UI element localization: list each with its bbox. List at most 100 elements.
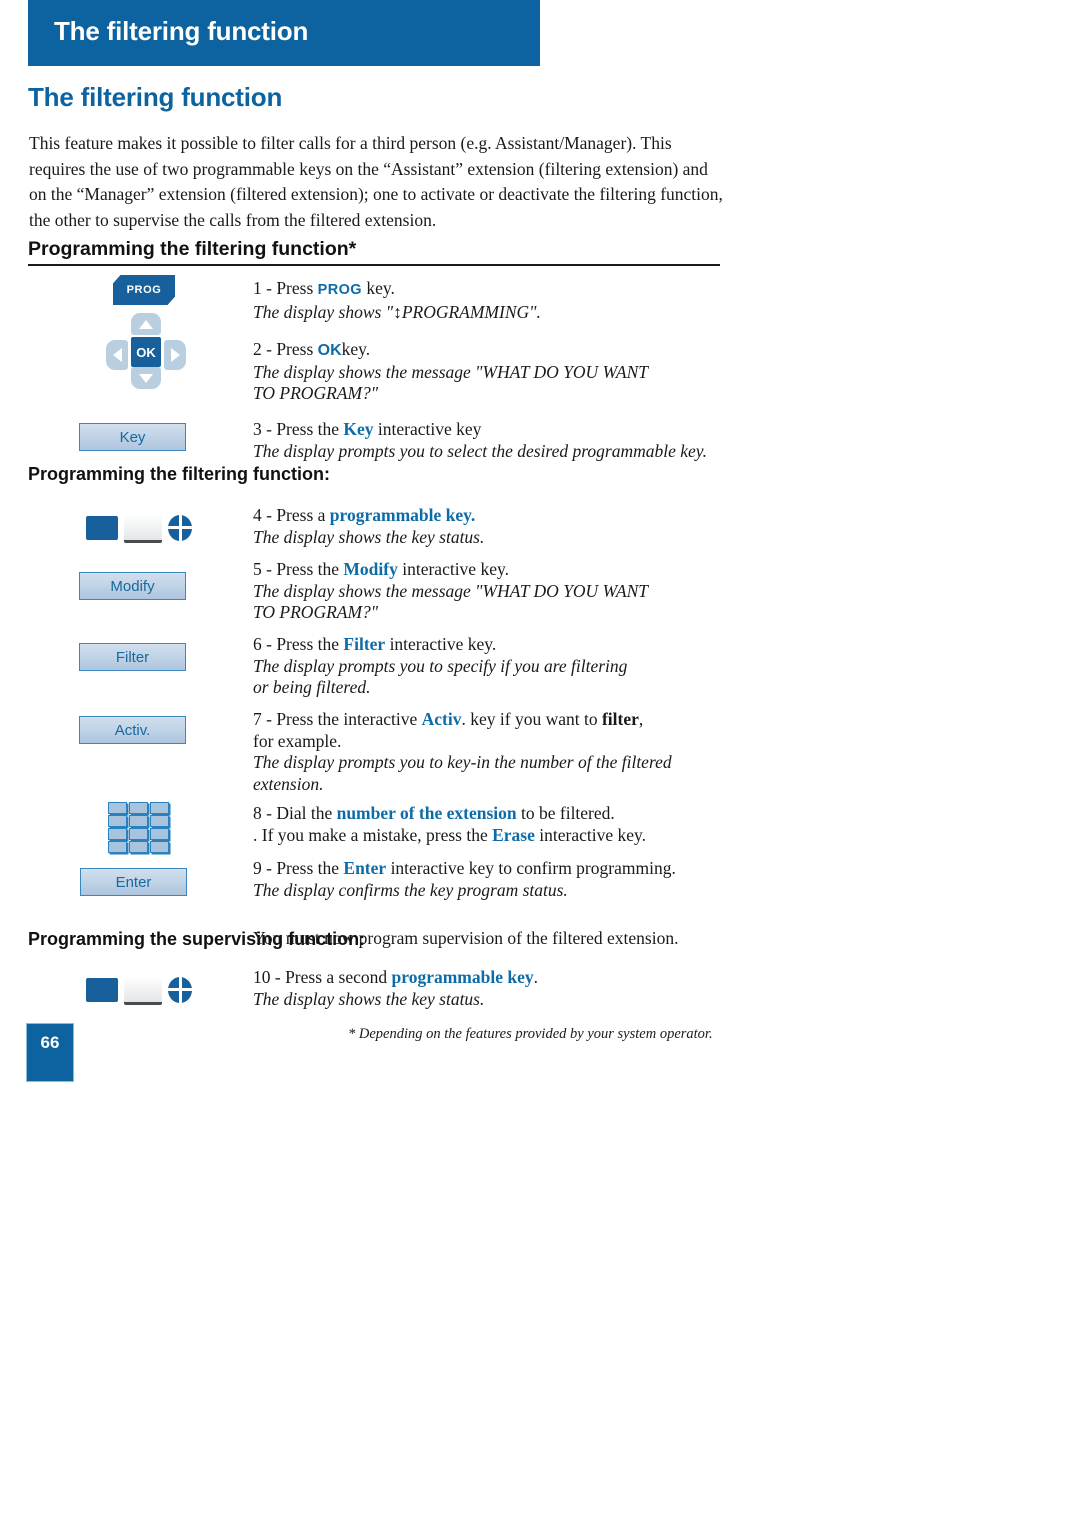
step-9-action: 9 - Press the Enter interactive key to c…	[253, 858, 733, 880]
step-8-keyword: number of the extension	[336, 803, 517, 823]
page-title: The filtering function	[28, 82, 283, 112]
step-8-line2: . If you make a mistake, press the Erase…	[253, 825, 733, 847]
step-4-display: The display shows the key status.	[253, 526, 485, 547]
header-banner-title: The filtering function	[54, 16, 309, 46]
label-filtering-line2: the filtering function:	[150, 464, 331, 484]
step-6-post: interactive key.	[389, 634, 497, 654]
step-8-line2-post: interactive key.	[539, 824, 646, 845]
programmable-key-label-strip-icon	[124, 516, 162, 543]
section-heading-text: Programming the filtering function*	[28, 238, 357, 260]
enter-button-label: Enter	[115, 873, 152, 891]
step-10-pre: 10 - Press a second	[253, 967, 388, 987]
step-7: 7 - Press the interactive Activ. key if …	[253, 709, 733, 795]
programmable-key-blue-lamp-icon	[86, 978, 118, 1002]
step-7-emphasis: filter	[601, 709, 639, 729]
programmable-key-blue-lamp-icon	[86, 516, 118, 540]
programmable-key-label-strip-icon	[124, 978, 162, 1005]
label-programming-filtering: Programming the filtering function:	[28, 462, 330, 486]
header-banner: The filtering function	[28, 0, 540, 66]
step-1-number: 1 - Press	[253, 278, 314, 298]
step-4-action: 4 - Press a programmable key.	[253, 505, 733, 527]
numeric-keypad-icon[interactable]	[108, 802, 172, 854]
nav-left-icon[interactable]	[106, 340, 128, 370]
page-number-badge: 66	[26, 1023, 74, 1082]
step-7-keyword: Activ	[421, 709, 462, 729]
step-8-pre: 8 - Dial the	[253, 803, 333, 823]
step-2-tail: key.	[341, 339, 371, 359]
step-1-display: The display shows "↕PROGRAMMING".	[253, 301, 541, 322]
step-7-display-line2: extension.	[253, 773, 324, 794]
step-1: 1 - Press PROG key. The display shows "↕…	[253, 278, 733, 323]
step-3-post: interactive key	[377, 419, 482, 439]
step-6-display-line2: or being filtered.	[253, 677, 371, 697]
section-heading-rule	[28, 264, 720, 266]
navigation-pad[interactable]: OK	[106, 313, 186, 389]
enter-interactive-button[interactable]: Enter	[80, 868, 187, 896]
step-7-line2: for example.	[253, 730, 342, 751]
nav-down-icon[interactable]	[131, 367, 161, 389]
prog-key-label: PROG	[126, 284, 162, 296]
ok-key-label: OK	[136, 344, 156, 360]
step-3-keyword: Key	[343, 419, 374, 439]
step-4-pre: 4 - Press a	[253, 505, 326, 525]
step-9-display: The display confirms the key program sta…	[253, 879, 568, 900]
modify-button-label: Modify	[110, 577, 155, 595]
programmable-key-button-icon	[168, 977, 192, 1003]
nav-up-icon[interactable]	[131, 313, 161, 335]
programmable-key-icon-second[interactable]	[78, 974, 192, 1006]
step-6-display-line1: The display prompts you to specify if yo…	[253, 655, 628, 676]
step-8-line2-pre: . If you make a mistake, press the	[253, 824, 488, 845]
step-3: 3 - Press the Key interactive key The di…	[253, 419, 733, 462]
step-9-keyword: Enter	[343, 858, 387, 878]
ok-inline-key: OK	[317, 342, 342, 359]
step-10-action: 10 - Press a second programmable key.	[253, 967, 733, 989]
step-7-display-line1: The display prompts you to key-in the nu…	[253, 752, 672, 772]
step-6-keyword: Filter	[343, 634, 386, 654]
step-5: 5 - Press the Modify interactive key. Th…	[253, 559, 733, 624]
step-2-display-line2: TO PROGRAM?"	[253, 383, 379, 403]
page-number-value: 66	[40, 1033, 60, 1052]
step-7-mid: . key if you want to	[461, 709, 598, 729]
document-page: The filtering function The filtering fun…	[0, 0, 1080, 1528]
step-3-display: The display prompts you to select the de…	[253, 440, 707, 461]
step-2: 2 - Press OKkey. The display shows the m…	[253, 339, 733, 405]
step-5-keyword: Modify	[343, 559, 398, 579]
step-10-keyword: programmable key	[391, 967, 534, 987]
step-9-pre: 9 - Press the	[253, 858, 340, 878]
programmable-key-icon[interactable]	[78, 512, 192, 544]
step-1-tail: key.	[366, 278, 395, 298]
step-5-post: interactive key.	[402, 559, 509, 579]
programmable-key-button-icon	[168, 515, 192, 541]
step-4: 4 - Press a programmable key. The displa…	[253, 505, 733, 548]
step-5-action: 5 - Press the Modify interactive key.	[253, 559, 733, 581]
step-2-display-line1: The display shows the message "WHAT DO Y…	[253, 361, 649, 382]
supervising-intro: You must now program supervision of the …	[253, 928, 733, 950]
section-heading: Programming the filtering function*	[28, 238, 720, 266]
prog-key-icon[interactable]: PROG	[113, 275, 175, 305]
erase-keyword: Erase	[492, 824, 535, 845]
nav-right-icon[interactable]	[164, 340, 186, 370]
activ-interactive-button[interactable]: Activ.	[79, 716, 186, 744]
step-7-action: 7 - Press the interactive Activ. key if …	[253, 709, 733, 731]
step-10-post: .	[533, 967, 538, 987]
step-1-action: 1 - Press PROG key.	[253, 278, 733, 302]
step-8-post: to be filtered.	[521, 803, 615, 823]
step-5-display-line2: TO PROGRAM?"	[253, 602, 379, 622]
step-6-action: 6 - Press the Filter interactive key.	[253, 634, 733, 656]
key-interactive-button[interactable]: Key	[79, 423, 186, 451]
step-8: 8 - Dial the number of the extension to …	[253, 803, 733, 846]
modify-interactive-button[interactable]: Modify	[79, 572, 186, 600]
key-button-label: Key	[119, 428, 146, 446]
filter-interactive-button[interactable]: Filter	[79, 643, 186, 671]
step-7-post: ,	[638, 709, 644, 729]
ok-key-icon[interactable]: OK	[131, 337, 161, 367]
step-6: 6 - Press the Filter interactive key. Th…	[253, 634, 733, 699]
supervising-intro-text: You must now program supervision of the …	[253, 928, 679, 948]
step-5-pre: 5 - Press the	[253, 559, 340, 579]
footnote: * Depending on the features provided by …	[348, 1026, 713, 1042]
step-3-action: 3 - Press the Key interactive key	[253, 419, 733, 441]
step-9-post: interactive key to confirm programming.	[390, 858, 676, 878]
step-9: 9 - Press the Enter interactive key to c…	[253, 858, 733, 901]
step-10: 10 - Press a second programmable key. Th…	[253, 967, 733, 1010]
label-supervising-line1: Programming	[28, 929, 146, 949]
